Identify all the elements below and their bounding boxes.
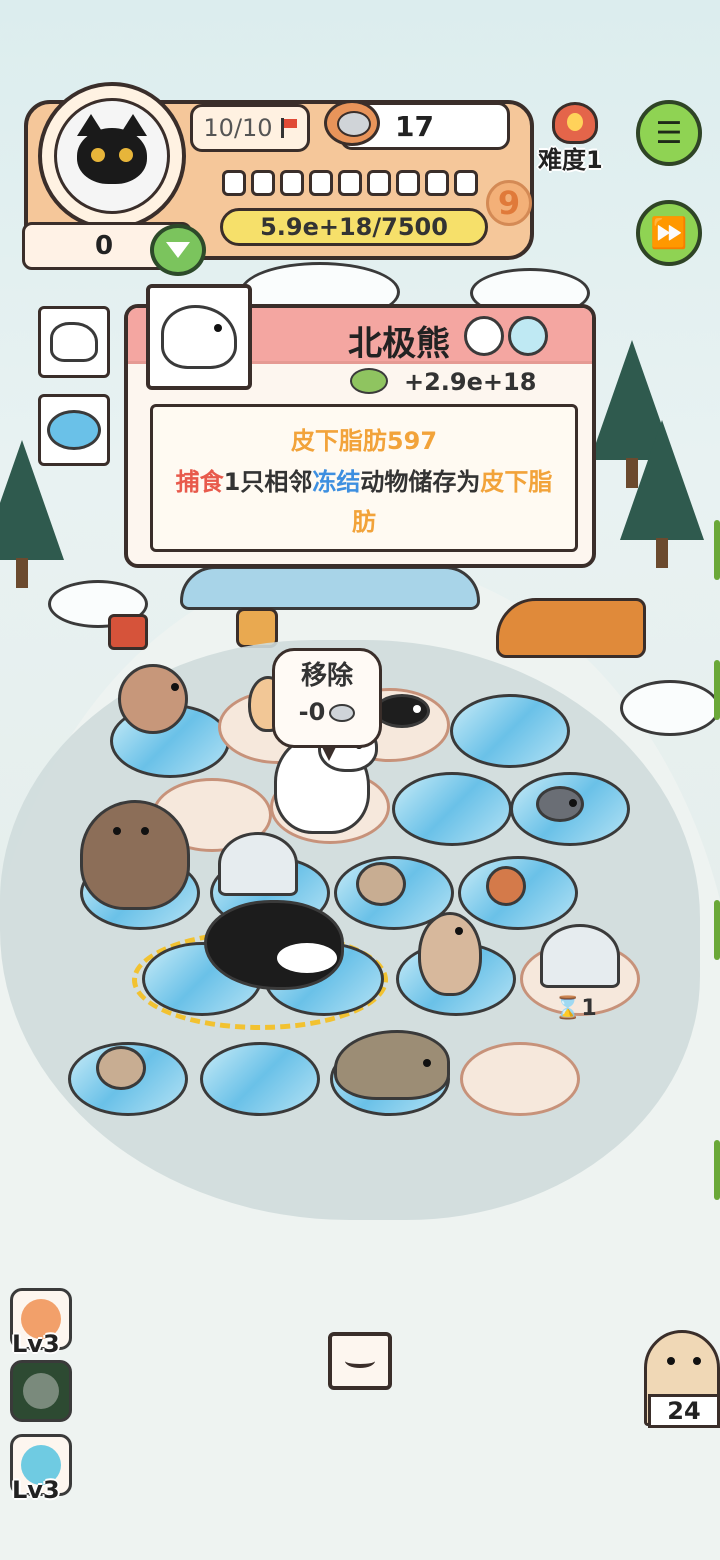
board-tile[interactable] xyxy=(200,1042,320,1116)
progress-pip xyxy=(396,170,420,196)
skill-slot-2[interactable] xyxy=(10,1360,72,1422)
income-icon xyxy=(350,368,388,394)
animal-portrait xyxy=(146,284,252,390)
polar-bear-icon xyxy=(161,305,237,369)
owl-count: 24 xyxy=(648,1394,720,1428)
ice-wall xyxy=(180,566,480,610)
progress-pip xyxy=(454,170,478,196)
progress-pip xyxy=(367,170,391,196)
skill-name: 皮下脂肪597 xyxy=(290,427,438,455)
sled xyxy=(496,598,646,658)
skill-icon xyxy=(23,1373,59,1409)
flag-icon xyxy=(279,118,297,138)
red-bucket xyxy=(108,614,148,650)
skill-description: 捕食1只相邻冻结动物储存为皮下脂肪 xyxy=(153,462,575,542)
edge-indicator xyxy=(714,660,720,720)
slot-level: Lv3 xyxy=(12,1476,60,1504)
food-can-icon xyxy=(324,100,380,146)
player-avatar[interactable] xyxy=(38,82,186,230)
penguin-tag-icon xyxy=(464,316,504,356)
frozen-tag-icon xyxy=(508,316,548,356)
remove-bubble[interactable]: 移除 -0 xyxy=(272,648,382,761)
preview-ice-tile[interactable] xyxy=(38,394,110,466)
progress-pip xyxy=(251,170,275,196)
skill-text: 1只相邻 xyxy=(223,468,313,496)
preview-polar-bear[interactable] xyxy=(38,306,110,378)
difficulty-label: 难度1 xyxy=(538,146,603,174)
fast-forward-icon: ⏩ xyxy=(650,215,688,251)
igloo-penguin[interactable] xyxy=(218,832,298,896)
polar-bear-icon xyxy=(50,322,98,362)
board-tile[interactable] xyxy=(460,1042,580,1116)
coin-value: 0 xyxy=(95,231,114,261)
lives-value: 10/10 xyxy=(203,114,273,142)
collapse-button[interactable] xyxy=(328,1332,392,1390)
pine-tree xyxy=(620,420,704,568)
skill-text: 动物储存为 xyxy=(360,468,481,496)
skill-keyword-prey: 捕食 xyxy=(175,468,224,496)
seal[interactable] xyxy=(334,1030,450,1100)
level-badge: 9 xyxy=(486,180,532,226)
progress-pip xyxy=(309,170,333,196)
edge-indicator xyxy=(714,520,720,580)
hourglass-value: 1 xyxy=(581,996,597,1021)
slot-level: Lv3 xyxy=(12,1330,60,1358)
menu-button[interactable]: ☰ xyxy=(636,100,702,166)
fast-forward-button[interactable]: ⏩ xyxy=(636,200,702,266)
ptarmigan[interactable] xyxy=(356,862,406,906)
magpie[interactable] xyxy=(374,694,430,728)
igloo-penguin[interactable] xyxy=(540,924,620,988)
xp-bar: 5.9e+18/7500 xyxy=(220,208,488,246)
snow-mound xyxy=(620,680,720,736)
animal-name: 北极熊 xyxy=(348,324,450,364)
difficulty-icon[interactable] xyxy=(552,102,598,144)
ice-tile-icon xyxy=(47,410,101,450)
skill-box: 皮下脂肪597 捕食1只相邻冻结动物储存为皮下脂肪 xyxy=(150,404,578,552)
edge-indicator xyxy=(714,900,720,960)
food-value: 17 xyxy=(395,109,434,143)
stage-progress-pips xyxy=(222,170,478,196)
hourglass-counter: ⌛1 xyxy=(554,996,597,1021)
progress-pip xyxy=(280,170,304,196)
board-tile[interactable] xyxy=(392,772,512,846)
skill-keyword-frozen: 冻结 xyxy=(312,468,361,496)
progress-pip xyxy=(425,170,449,196)
mouse[interactable] xyxy=(536,786,584,822)
progress-pip xyxy=(222,170,246,196)
orca-belly xyxy=(277,943,337,973)
owl-bird[interactable] xyxy=(96,1046,146,1090)
walrus[interactable] xyxy=(80,800,190,910)
food-can-icon xyxy=(329,704,356,722)
remove-label: 移除 xyxy=(300,661,353,691)
progress-pip xyxy=(338,170,362,196)
black-cat-icon xyxy=(77,114,147,184)
rattlesnake[interactable] xyxy=(118,664,188,734)
heart-button[interactable] xyxy=(150,224,206,276)
remove-cost-value: -0 xyxy=(298,698,326,726)
orca[interactable] xyxy=(204,900,344,990)
income-value: +2.9e+18 xyxy=(404,368,537,396)
lives-counter: 10/10 xyxy=(190,104,310,152)
remove-cost: -0 xyxy=(299,698,356,726)
board-tile[interactable] xyxy=(450,694,570,768)
mallard-duck[interactable] xyxy=(418,912,482,996)
brown-chick[interactable] xyxy=(486,866,526,906)
edge-indicator xyxy=(714,1140,720,1200)
menu-icon: ☰ xyxy=(655,115,683,151)
